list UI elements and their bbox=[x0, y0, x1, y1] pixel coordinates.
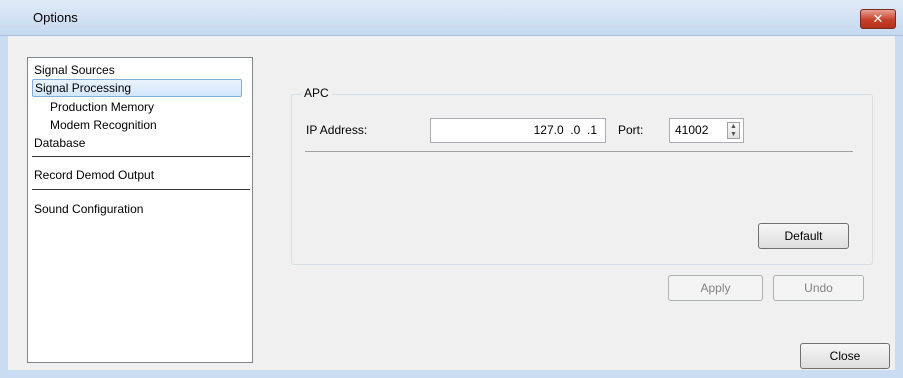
options-window: Options ✕ Signal Sources Signal Processi… bbox=[0, 0, 903, 378]
nav-item-modem-recognition[interactable]: Modem Recognition bbox=[48, 116, 157, 134]
nav-item-signal-sources[interactable]: Signal Sources bbox=[32, 61, 115, 79]
apc-divider bbox=[305, 151, 853, 152]
port-label: Port: bbox=[618, 123, 644, 137]
close-button[interactable]: Close bbox=[800, 343, 890, 369]
options-category-list[interactable]: Signal Sources Signal Processing Product… bbox=[27, 57, 253, 363]
dialog-client: Signal Sources Signal Processing Product… bbox=[8, 36, 895, 370]
nav-separator bbox=[32, 156, 250, 157]
ip-address-value: 127.0 .0 .1 bbox=[533, 123, 597, 137]
nav-item-sound-configuration[interactable]: Sound Configuration bbox=[32, 200, 143, 218]
port-value: 41002 bbox=[675, 123, 709, 137]
window-title: Options bbox=[33, 10, 78, 25]
window-close-icon[interactable]: ✕ bbox=[860, 9, 896, 29]
nav-separator bbox=[32, 189, 250, 190]
undo-button[interactable]: Undo bbox=[773, 275, 864, 301]
port-spinner-icon[interactable]: ▲ ▼ bbox=[727, 122, 740, 139]
nav-item-record-demod-output[interactable]: Record Demod Output bbox=[32, 166, 154, 184]
ip-address-field[interactable]: 127.0 .0 .1 bbox=[430, 118, 606, 143]
nav-item-database[interactable]: Database bbox=[32, 134, 85, 152]
apc-group-label: APC bbox=[301, 86, 332, 100]
apply-button[interactable]: Apply bbox=[668, 275, 763, 301]
nav-item-signal-processing[interactable]: Signal Processing bbox=[32, 79, 242, 97]
port-field[interactable]: 41002 ▲ ▼ bbox=[669, 118, 744, 143]
nav-item-production-memory[interactable]: Production Memory bbox=[48, 98, 154, 116]
default-button[interactable]: Default bbox=[758, 223, 849, 249]
apc-group: APC IP Address: 127.0 .0 .1 Port: 41002 … bbox=[291, 86, 873, 265]
ip-address-label: IP Address: bbox=[306, 123, 368, 137]
title-bar[interactable]: Options ✕ bbox=[0, 0, 903, 36]
